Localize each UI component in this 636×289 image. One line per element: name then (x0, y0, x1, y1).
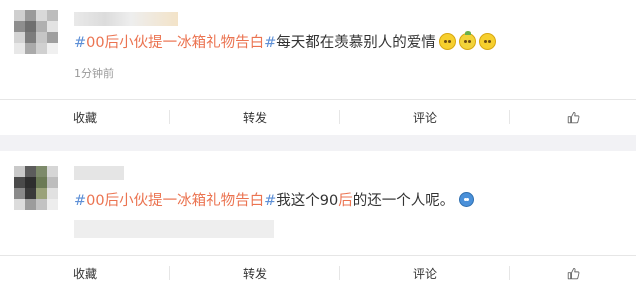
post-body: 每天都在羡慕别人的爱情 (276, 35, 436, 51)
blue-face-emoji (459, 192, 475, 207)
repost-button[interactable]: 转发 (170, 265, 340, 282)
post-text: #00后小伙提一冰箱礼物告白#我这个90后的还一个人呢。 (74, 191, 475, 211)
action-bar: 收藏 转发 评论 (0, 100, 636, 134)
repost-button[interactable]: 转发 (170, 109, 340, 126)
post-text: #00后小伙提一冰箱礼物告白#每天都在羡慕别人的爱情 (74, 31, 496, 53)
hashtag-link[interactable]: #00后小伙提一冰箱礼物告白# (74, 193, 276, 209)
lemon-emoji (458, 31, 476, 50)
blurred-text (74, 220, 274, 238)
username-blurred[interactable] (74, 166, 124, 180)
favorite-button[interactable]: 收藏 (0, 109, 170, 126)
action-bar: 收藏 转发 评论 (0, 256, 636, 289)
avatar[interactable] (14, 10, 58, 54)
avatar[interactable] (14, 166, 58, 210)
username-blurred[interactable] (74, 12, 178, 26)
comment-button[interactable]: 评论 (340, 265, 510, 282)
feed-card: #00后小伙提一冰箱礼物告白#每天都在羡慕别人的爱情 1分钟前 收藏 转发 评论 (0, 0, 636, 135)
thumb-up-icon (567, 111, 579, 123)
favorite-button[interactable]: 收藏 (0, 265, 170, 282)
post-body: 我这个90 (276, 193, 339, 209)
lemon-emoji (438, 33, 456, 50)
lemon-emoji (478, 33, 496, 50)
card-separator (0, 135, 636, 151)
comment-button[interactable]: 评论 (340, 109, 510, 126)
highlighted-keyword: 后 (338, 193, 353, 209)
like-button[interactable] (510, 111, 636, 124)
post-time: 1分钟前 (74, 67, 114, 80)
like-button[interactable] (510, 267, 636, 280)
hashtag-link[interactable]: #00后小伙提一冰箱礼物告白# (74, 35, 276, 51)
post-body-end: 的还一个人呢。 (352, 193, 455, 209)
thumb-up-icon (567, 267, 579, 279)
